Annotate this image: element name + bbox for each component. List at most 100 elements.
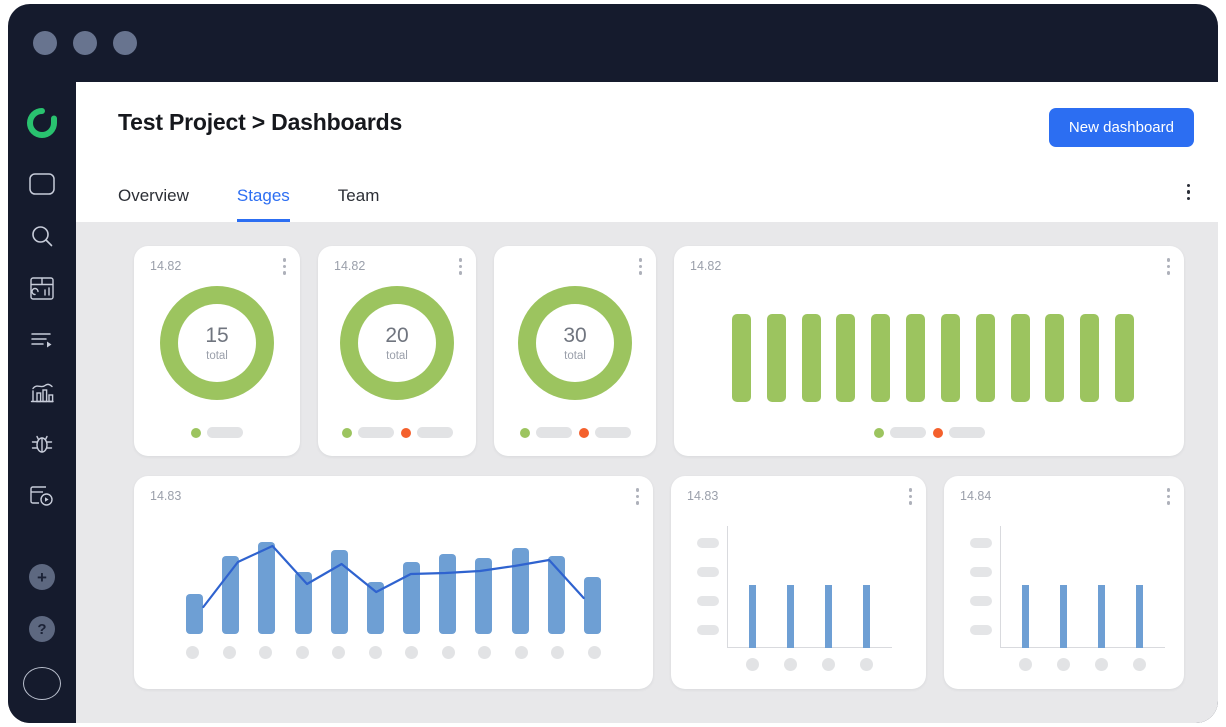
card-menu-button[interactable] xyxy=(1166,488,1170,505)
x-axis-dot xyxy=(368,646,382,659)
card-menu-button[interactable] xyxy=(1166,258,1170,275)
donut-sublabel: total xyxy=(206,349,228,362)
combo-card[interactable]: 14.83 xyxy=(134,476,653,689)
sidebar-item-defects[interactable] xyxy=(23,428,61,460)
card-menu-button[interactable] xyxy=(458,258,462,275)
test-list-icon xyxy=(30,330,54,350)
legend-color-dot xyxy=(932,427,943,438)
x-axis-dot xyxy=(1094,658,1108,671)
y-axis-label-placeholder xyxy=(970,567,992,577)
donut-value: 20 xyxy=(385,323,409,347)
new-dashboard-button[interactable]: New dashboard xyxy=(1048,108,1194,147)
tab-team[interactable]: Team xyxy=(338,186,380,222)
x-axis-placeholders xyxy=(186,646,601,659)
card-menu-button[interactable] xyxy=(638,258,642,275)
sidebar-avatar[interactable] xyxy=(23,666,61,700)
header-overflow-menu[interactable] xyxy=(1186,183,1190,200)
legend-item[interactable] xyxy=(873,427,926,438)
search-icon xyxy=(30,224,54,248)
x-axis-dot xyxy=(1132,658,1146,671)
combo-chart xyxy=(186,534,601,634)
legend-color-dot xyxy=(519,427,530,438)
bar-chart xyxy=(1006,558,1158,648)
kebab-icon xyxy=(1166,488,1170,505)
bar xyxy=(1045,314,1065,402)
legend-label-placeholder xyxy=(416,427,453,438)
x-axis-dot xyxy=(821,658,835,671)
card-menu-button[interactable] xyxy=(908,488,912,505)
window-dot-close[interactable] xyxy=(33,31,57,55)
sidebar-item-recordings[interactable] xyxy=(23,480,61,512)
green-bars-card[interactable]: 14.82 xyxy=(674,246,1184,456)
x-axis-placeholders xyxy=(733,658,885,671)
sidebar-item-test-runs[interactable] xyxy=(23,324,61,356)
donut-chart: 15 total xyxy=(134,286,300,400)
legend-item[interactable] xyxy=(578,427,631,438)
bar xyxy=(940,314,960,402)
bar xyxy=(1059,585,1067,648)
tab-stages[interactable]: Stages xyxy=(236,186,290,222)
bar xyxy=(1021,585,1029,648)
card-legend xyxy=(318,427,476,438)
sidebar-item-analytics[interactable] xyxy=(23,376,61,408)
bar xyxy=(801,314,821,402)
x-axis-dot xyxy=(783,658,797,671)
legend-item[interactable] xyxy=(932,427,985,438)
x-axis-dot xyxy=(186,646,199,659)
main-content: Test Project > Dashboards New dashboard … xyxy=(76,82,1218,723)
y-axis-placeholders xyxy=(970,538,992,635)
sidebar-item-search[interactable] xyxy=(23,220,61,252)
dashboard-row-2: 14.83 14.83 14.84 xyxy=(134,476,1188,689)
legend-item[interactable] xyxy=(341,427,394,438)
app-logo[interactable] xyxy=(22,103,62,143)
legend-label-placeholder xyxy=(889,427,926,438)
card-label: 14.82 xyxy=(690,259,722,273)
sidebar-add-button[interactable]: + xyxy=(23,561,61,593)
donut-chart: 20 total xyxy=(318,286,476,400)
x-axis-placeholders xyxy=(1006,658,1158,671)
card-label: 14.82 xyxy=(150,259,182,273)
bar xyxy=(786,585,794,648)
x-axis-dot xyxy=(1018,658,1032,671)
sidebar-item-dashboards[interactable] xyxy=(23,272,61,304)
axis-card-2[interactable]: 14.84 xyxy=(944,476,1184,689)
bar-chart xyxy=(732,314,1134,402)
bar xyxy=(836,314,856,402)
donut-sublabel: total xyxy=(564,349,586,362)
x-axis-dot xyxy=(478,646,492,659)
bar xyxy=(1135,585,1143,648)
legend-color-dot xyxy=(873,427,884,438)
bar xyxy=(871,314,891,402)
sidebar-item-projects[interactable] xyxy=(23,168,61,200)
x-axis-dot xyxy=(551,646,565,659)
y-axis-label-placeholder xyxy=(970,596,992,606)
donut-card-2[interactable]: 14.82 20 total xyxy=(318,246,476,456)
donut-card-3[interactable]: 30 total xyxy=(494,246,656,456)
window-titlebar xyxy=(8,4,1218,82)
window-dot-minimize[interactable] xyxy=(73,31,97,55)
tab-overview[interactable]: Overview xyxy=(118,186,189,222)
card-legend xyxy=(494,427,656,438)
x-axis-dot xyxy=(222,646,236,659)
legend-item[interactable] xyxy=(400,427,453,438)
window-dot-maximize[interactable] xyxy=(113,31,137,55)
page-header: Test Project > Dashboards New dashboard … xyxy=(76,82,1218,222)
legend-item[interactable] xyxy=(519,427,572,438)
sidebar-help-button[interactable]: ? xyxy=(23,613,61,645)
donut-card-1[interactable]: 14.82 15 total xyxy=(134,246,300,456)
x-axis-dot xyxy=(859,658,873,671)
y-axis-label-placeholder xyxy=(697,567,719,577)
kebab-icon xyxy=(908,488,912,505)
x-axis-dot xyxy=(332,646,346,659)
bar xyxy=(975,314,995,402)
x-axis-dot xyxy=(514,646,528,659)
app-window: + ? Test Project > Dashboards New dashbo… xyxy=(8,4,1218,723)
donut-value: 30 xyxy=(563,323,587,347)
page-title: Test Project > Dashboards xyxy=(118,109,403,135)
legend-item[interactable] xyxy=(191,427,243,438)
bar xyxy=(824,585,832,648)
card-menu-button[interactable] xyxy=(282,258,286,275)
axis-card-1[interactable]: 14.83 xyxy=(671,476,926,689)
y-axis-placeholders xyxy=(697,538,719,635)
card-menu-button[interactable] xyxy=(635,488,639,505)
